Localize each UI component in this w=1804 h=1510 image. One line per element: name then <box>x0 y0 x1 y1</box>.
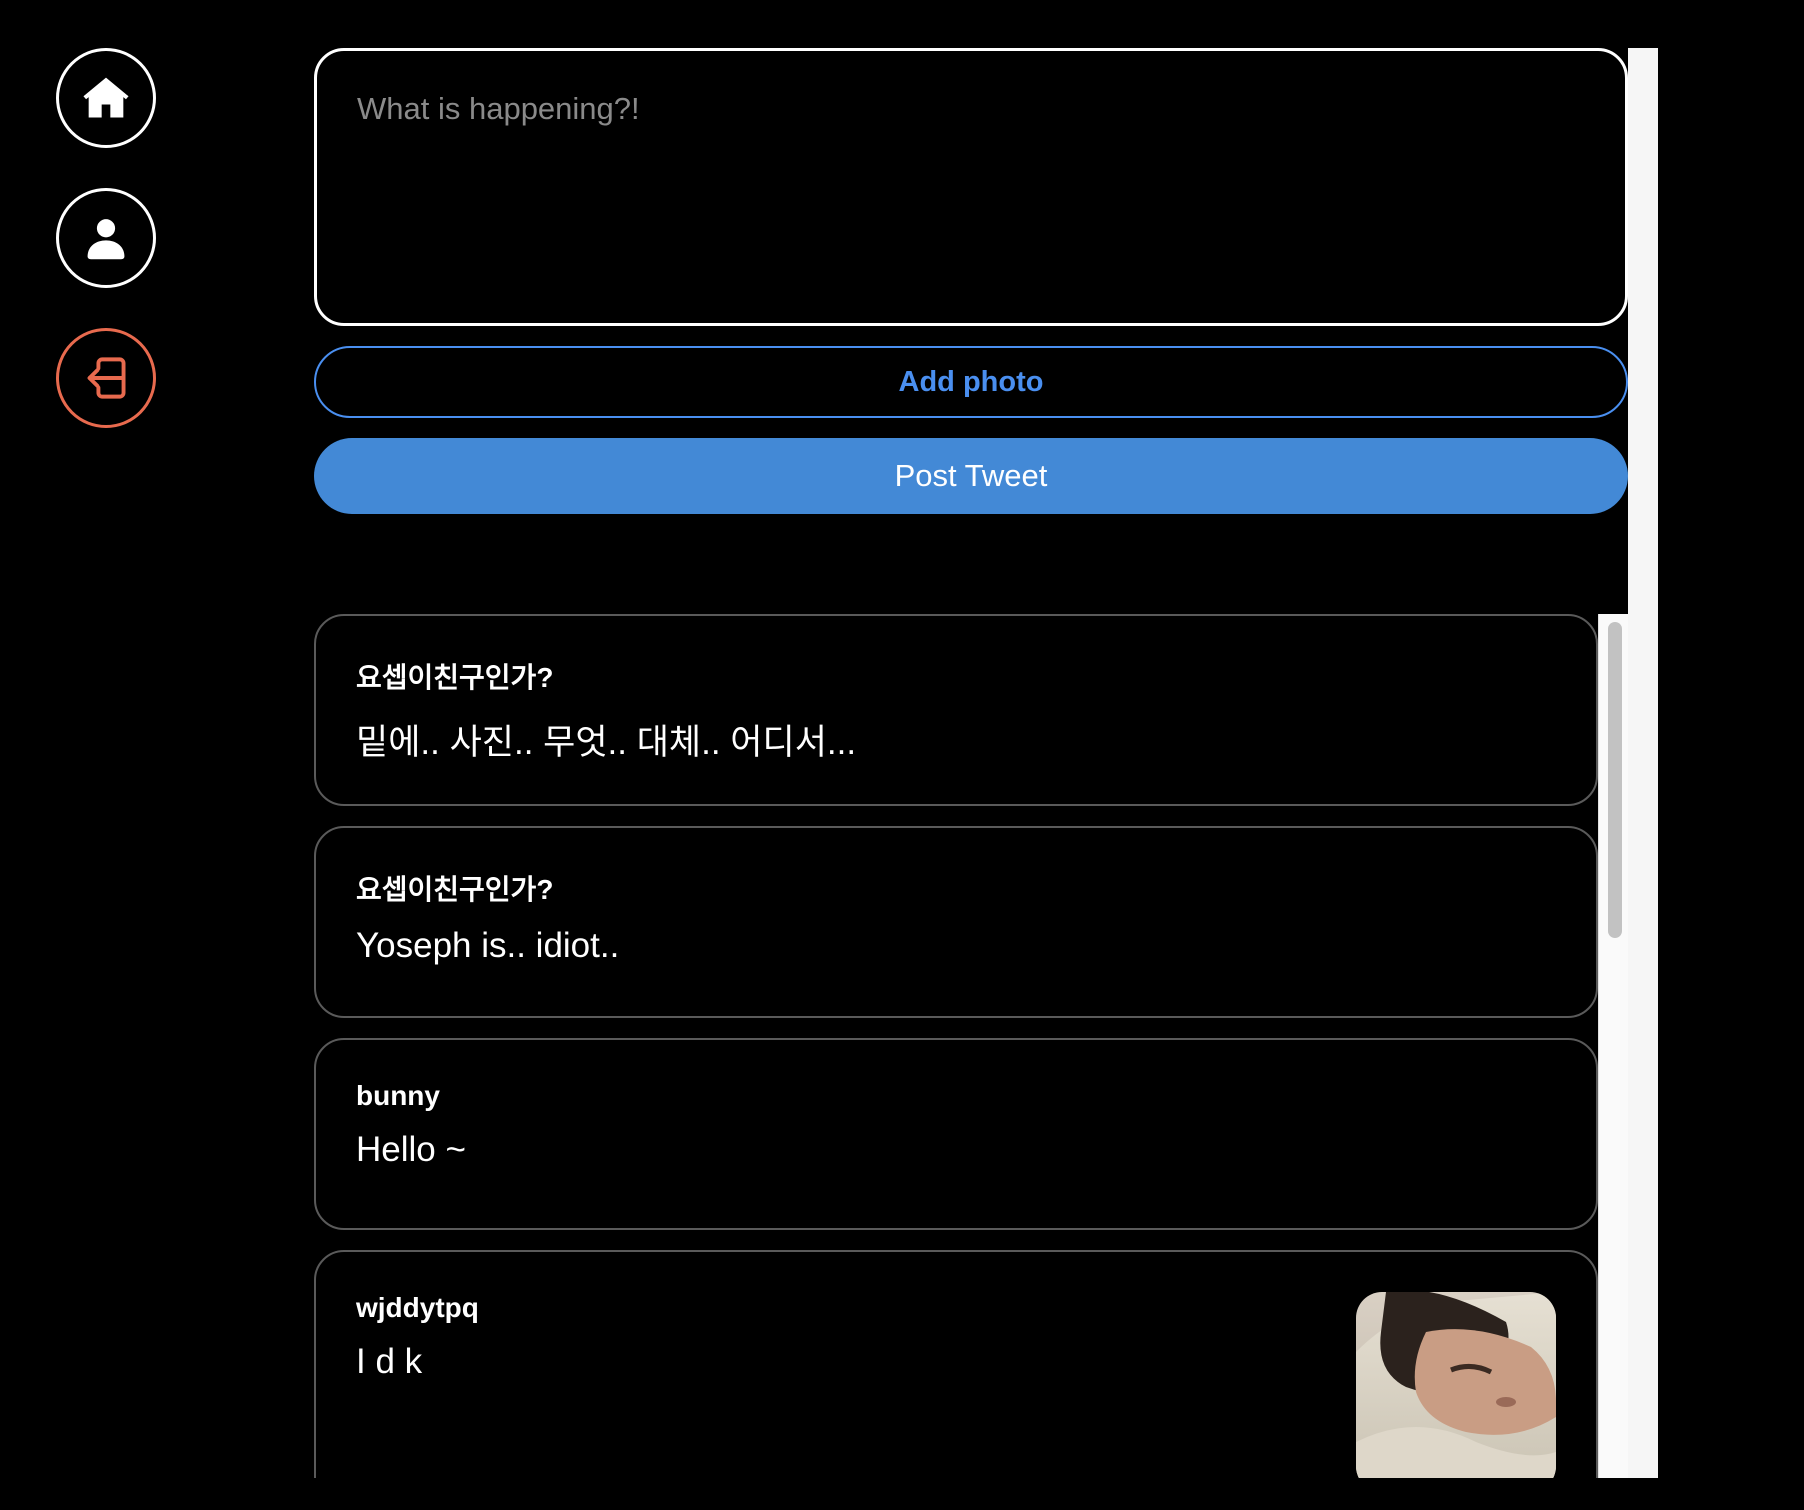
tweet-username: 요셉이친구인가? <box>356 662 554 693</box>
post-tweet-button[interactable]: Post Tweet <box>314 438 1628 514</box>
timeline[interactable]: 요셉이친구인가? 밑에.. 사진.. 무엇.. 대체.. 어디서... 요셉이친… <box>314 614 1628 1478</box>
logout-icon <box>87 357 126 399</box>
tweet-username: bunny <box>356 1080 440 1111</box>
home-button[interactable] <box>56 48 156 148</box>
tweet-text: 밑에.. 사진.. 무엇.. 대체.. 어디서... <box>356 723 857 762</box>
tweet-photo[interactable] <box>1356 1292 1556 1478</box>
tweet-input[interactable] <box>357 91 1577 291</box>
app: Add photo Post Tweet 요셉이친구인가? 밑에.. 사진.. … <box>0 0 1804 1510</box>
tweet-card: wjddytpq I d k <box>314 1250 1598 1478</box>
logout-button[interactable] <box>56 328 156 428</box>
post-composer-section: Add photo Post Tweet <box>314 48 1628 514</box>
profile-button[interactable] <box>56 188 156 288</box>
sidebar <box>0 0 220 1510</box>
tweet-card: 요셉이친구인가? Yoseph is.. idiot.. <box>314 826 1598 1018</box>
add-photo-button[interactable]: Add photo <box>314 346 1628 418</box>
right-edge-strip <box>1628 48 1658 1478</box>
tweet-username: 요셉이친구인가? <box>356 874 554 905</box>
scrollbar-thumb[interactable] <box>1608 622 1622 938</box>
tweet-composer <box>314 48 1628 326</box>
tweet-text: Yoseph is.. idiot.. <box>356 926 620 965</box>
tweet-card: 요셉이친구인가? 밑에.. 사진.. 무엇.. 대체.. 어디서... <box>314 614 1598 806</box>
tweet-photo-image <box>1356 1292 1556 1478</box>
tweet-card: bunny Hello ~ <box>314 1038 1598 1230</box>
tweet-text: Hello ~ <box>356 1130 466 1169</box>
timeline-scrollbar[interactable] <box>1598 614 1628 1478</box>
home-icon <box>83 77 129 118</box>
user-icon <box>87 219 125 260</box>
